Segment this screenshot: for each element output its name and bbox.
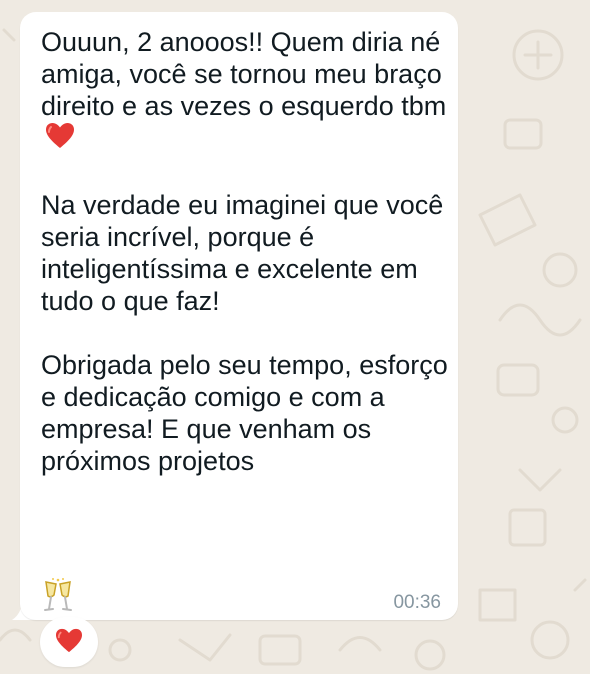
red-heart-icon [45, 122, 75, 157]
message-paragraph-1-text: Ouuun, 2 anooos!! Quem diria né amiga, v… [41, 27, 447, 121]
message-paragraph-3: Obrigada pelo seu tempo, esforço e dedic… [41, 350, 448, 477]
message-paragraph-1: Ouuun, 2 anooos!! Quem diria né amiga, v… [41, 26, 451, 157]
message-timestamp: 00:36 [393, 592, 441, 613]
clinking-glasses-icon [41, 578, 75, 614]
message-paragraph-2: Na verdade eu imaginei que você seria in… [41, 190, 444, 317]
message-reaction[interactable] [40, 617, 98, 667]
red-heart-icon [55, 628, 83, 659]
message-text: Ouuun, 2 anooos!! Quem diria né amiga, v… [41, 26, 451, 477]
incoming-message-bubble[interactable]: Ouuun, 2 anooos!! Quem diria né amiga, v… [20, 12, 458, 620]
